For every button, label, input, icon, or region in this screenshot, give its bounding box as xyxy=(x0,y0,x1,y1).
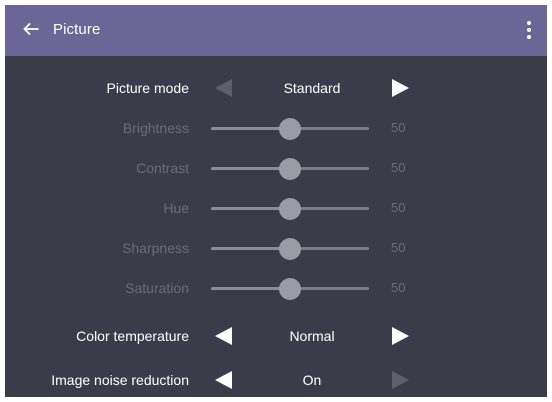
color-temperature-prev-button[interactable] xyxy=(213,326,235,346)
brightness-row: Brightness 50 xyxy=(5,108,547,148)
arrow-left-icon xyxy=(23,23,39,35)
overflow-menu-button[interactable] xyxy=(522,17,536,43)
color-temperature-next-button[interactable] xyxy=(389,326,411,346)
image-noise-reduction-row: Image noise reduction On xyxy=(5,360,547,397)
picture-settings-screen: Picture Picture mode Standard Brightness xyxy=(5,5,547,397)
image-noise-reduction-next-button[interactable] xyxy=(389,370,411,390)
sharpness-row: Sharpness 50 xyxy=(5,228,547,268)
color-temperature-value: Normal xyxy=(289,328,335,344)
picture-mode-value: Standard xyxy=(283,80,341,96)
color-temperature-row: Color temperature Normal xyxy=(5,316,547,356)
saturation-value: 50 xyxy=(391,280,406,295)
saturation-label: Saturation xyxy=(125,280,189,296)
contrast-value: 50 xyxy=(391,160,406,175)
contrast-thumb[interactable] xyxy=(279,158,301,180)
top-app-bar: Picture xyxy=(5,5,547,56)
brightness-label: Brightness xyxy=(122,120,189,136)
sharpness-slider[interactable] xyxy=(211,238,369,260)
brightness-value: 50 xyxy=(391,120,406,135)
picture-mode-row: Picture mode Standard xyxy=(5,68,547,108)
caret-left-icon xyxy=(215,371,232,389)
brightness-slider[interactable] xyxy=(211,118,369,140)
picture-mode-next-button[interactable] xyxy=(389,78,411,98)
saturation-thumb[interactable] xyxy=(279,278,301,300)
hue-thumb[interactable] xyxy=(279,198,301,220)
hue-label: Hue xyxy=(163,200,189,216)
hue-slider[interactable] xyxy=(211,198,369,220)
brightness-thumb[interactable] xyxy=(279,118,301,140)
contrast-row: Contrast 50 xyxy=(5,148,547,188)
more-vertical-icon xyxy=(527,21,531,39)
saturation-slider[interactable] xyxy=(211,278,369,300)
hue-value: 50 xyxy=(391,200,406,215)
sharpness-thumb[interactable] xyxy=(279,238,301,260)
color-temperature-label: Color temperature xyxy=(76,328,189,344)
caret-left-icon xyxy=(215,79,232,97)
caret-right-icon xyxy=(392,79,409,97)
caret-left-icon xyxy=(215,327,232,345)
image-noise-reduction-value: On xyxy=(302,372,322,388)
hue-row: Hue 50 xyxy=(5,188,547,228)
page-title: Picture xyxy=(53,21,101,38)
sharpness-label: Sharpness xyxy=(122,240,189,256)
image-noise-reduction-label: Image noise reduction xyxy=(51,372,189,388)
sharpness-value: 50 xyxy=(391,240,406,255)
saturation-row: Saturation 50 xyxy=(5,268,547,308)
contrast-slider[interactable] xyxy=(211,158,369,180)
contrast-label: Contrast xyxy=(136,160,189,176)
picture-mode-prev-button[interactable] xyxy=(213,78,235,98)
back-button[interactable] xyxy=(20,18,42,40)
image-noise-reduction-prev-button[interactable] xyxy=(213,370,235,390)
picture-mode-label: Picture mode xyxy=(106,80,189,96)
caret-right-icon xyxy=(392,327,409,345)
caret-right-icon xyxy=(392,371,409,389)
